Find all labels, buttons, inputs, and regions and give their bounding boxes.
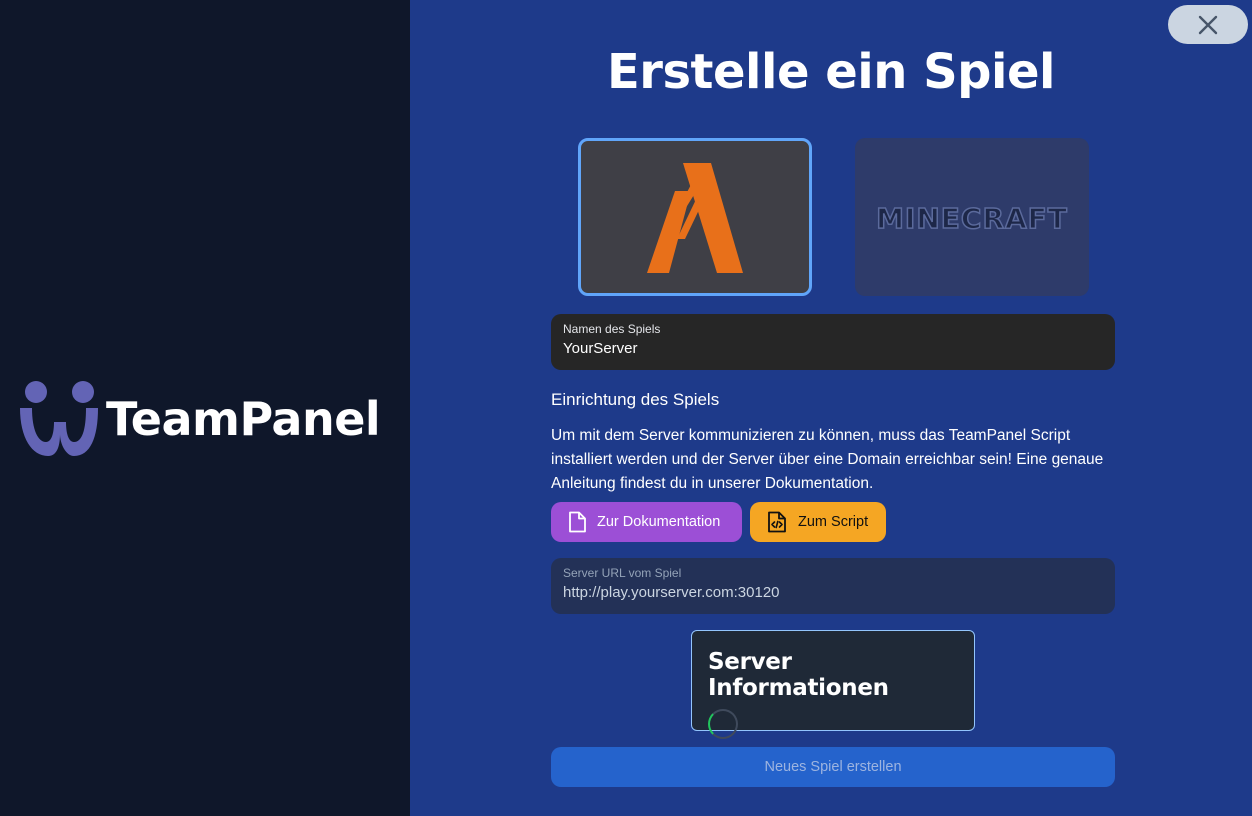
game-option-minecraft[interactable]: MINECRAFT [855,138,1089,296]
setup-title: Einrichtung des Spiels [551,390,720,409]
loading-spinner-icon [708,709,738,739]
brand: TeamPanel [18,378,381,460]
script-button-label: Zum Script [798,514,869,530]
document-icon [569,511,586,533]
create-game-panel: Erstelle ein Spiel MINECRAFT Namen des S… [410,0,1252,816]
server-url-input[interactable] [563,584,1103,601]
game-option-fivem[interactable] [578,138,812,296]
close-icon [1198,15,1218,34]
documentation-button-label: Zur Dokumentation [597,514,721,530]
close-button[interactable] [1168,5,1248,44]
brand-name: TeamPanel [106,392,381,446]
code-file-icon [768,511,786,533]
create-game-button[interactable]: Neues Spiel erstellen [551,747,1115,787]
game-name-input[interactable] [563,340,1103,357]
minecraft-logo-text: MINECRAFT [876,202,1068,235]
game-name-field[interactable]: Namen des Spiels [551,314,1115,370]
documentation-button[interactable]: Zur Dokumentation [551,502,742,542]
server-info-card: Server Informationen [691,630,975,739]
server-info-title: Server Informationen [708,649,889,701]
minecraft-logo-icon: MINECRAFT [875,201,1068,236]
setup-description: Um mit dem Server kommunizieren zu könne… [551,427,1104,492]
game-name-label: Namen des Spiels [563,322,661,336]
page-title: Erstelle ein Spiel [607,44,1055,100]
fivem-logo-icon [647,163,743,273]
server-url-label: Server URL vom Spiel [563,566,682,580]
script-button[interactable]: Zum Script [750,502,886,542]
brand-panel: TeamPanel [0,0,410,816]
teampanel-logo-icon [20,381,98,456]
server-url-field[interactable]: Server URL vom Spiel [551,558,1115,614]
